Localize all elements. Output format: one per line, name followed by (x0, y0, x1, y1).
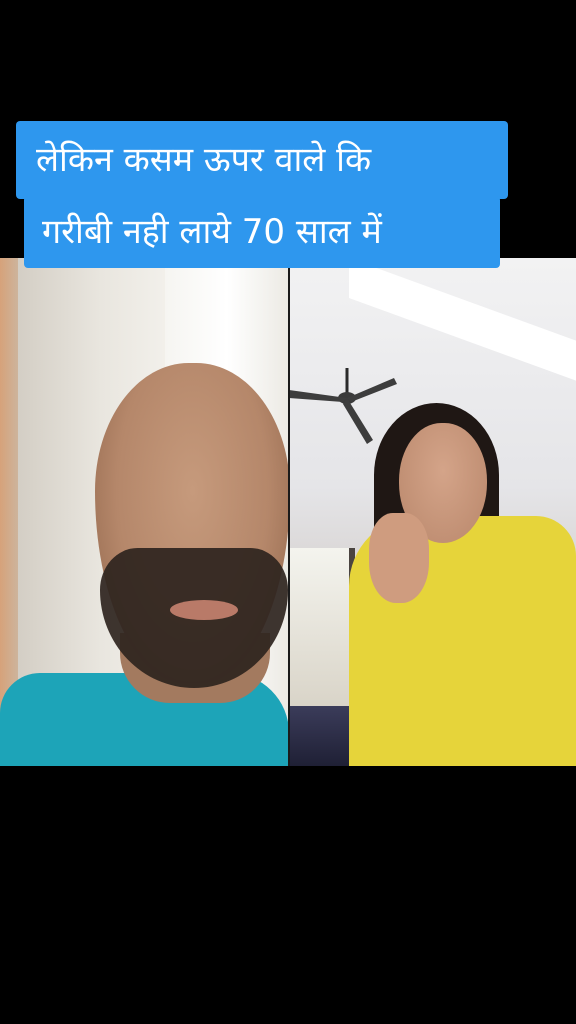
participant-right-video[interactable] (289, 258, 576, 766)
ceiling-beam (349, 258, 576, 386)
caption-line-2-text: गरीबी नही लाये 70 साल में (42, 212, 382, 252)
caption-line-2: गरीबी नही लाये 70 साल में (24, 196, 500, 268)
video-screen: लेकिन कसम ऊपर वाले कि गरीबी नही लाये 70 … (0, 0, 576, 1024)
split-divider (288, 258, 290, 766)
duet-video-area[interactable] (0, 258, 576, 766)
caption-line-1-text: लेकिन कसम ऊपर वाले कि (36, 140, 372, 180)
caption-line-1: लेकिन कसम ऊपर वाले कि (16, 121, 508, 199)
person-right-hand (369, 513, 429, 603)
person-left-mouth (170, 600, 238, 620)
window (289, 548, 355, 708)
participant-left-video[interactable] (0, 258, 289, 766)
